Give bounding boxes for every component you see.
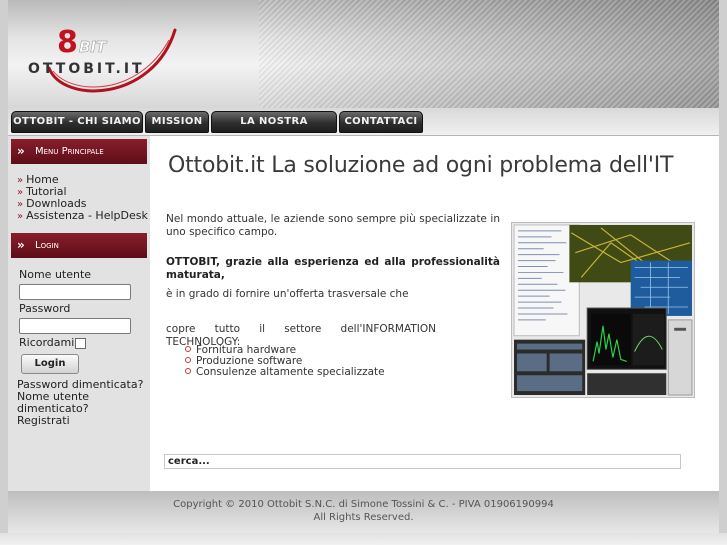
- password-input[interactable]: [19, 318, 131, 334]
- nav-offerta[interactable]: LA NOSTRA OFFERTA: [211, 111, 337, 147]
- double-chevron-icon: »: [17, 238, 25, 252]
- nav-chi-siamo[interactable]: OTTOBIT - CHI SIAMO: [11, 111, 143, 133]
- menu-item-helpdesk[interactable]: » Assistenza - HelpDesk: [17, 209, 148, 223]
- bottom-strip: [0, 533, 727, 545]
- bullet-icon: [185, 368, 191, 374]
- register-link[interactable]: Registrati: [17, 415, 70, 427]
- remember-checkbox[interactable]: [75, 338, 86, 349]
- username-label: Nome utente: [19, 268, 92, 281]
- double-chevron-icon: »: [17, 144, 25, 158]
- offer-paragraph: è in grado di fornire un'offerta trasver…: [166, 288, 409, 300]
- rights-text: All Rights Reserved.: [313, 512, 414, 523]
- login-title: Login: [35, 240, 59, 251]
- svg-text:BIT: BIT: [79, 38, 108, 56]
- chevron-icon: »: [17, 199, 24, 210]
- page: 8 BIT OTTOBIT.IT OTTOBIT - CHI SIAMO MIS…: [8, 0, 719, 545]
- page-title: Ottobit.it La soluzione ad ogni problema…: [168, 153, 674, 178]
- chevron-icon: »: [17, 187, 24, 198]
- search-input[interactable]: cerca...: [164, 454, 681, 469]
- it-collage-image: [511, 222, 695, 398]
- login-header: » Login: [11, 233, 147, 258]
- top-navigation: OTTOBIT - CHI SIAMO MISSION LA NOSTRA OF…: [8, 108, 719, 147]
- bullet-icon: [185, 346, 191, 352]
- sidebar: » Menu Principale » Home » Tutorial » Downl…: [8, 136, 150, 491]
- list-item: Consulenze altamente specializzate: [185, 367, 385, 378]
- main-menu: » Home » Tutorial » Downloads » Assistenza -…: [17, 174, 148, 223]
- copyright-text: Copyright © 2010 Ottobit S.N.C. di Simon…: [173, 499, 554, 510]
- main-content: Ottobit.it La soluzione ad ogni problema…: [150, 136, 719, 491]
- password-label: Password: [19, 302, 71, 315]
- list-item-text: Consulenze altamente specializzate: [196, 366, 385, 378]
- menu-principale-header: » Menu Principale: [11, 139, 147, 164]
- logo-text: OTTOBIT.IT: [28, 61, 145, 77]
- intro-paragraph: Nel mondo attuale, le aziende sono sempr…: [166, 213, 500, 238]
- login-button[interactable]: Login: [21, 354, 79, 374]
- remember-label: Ricordami: [19, 336, 75, 349]
- ottobit-logo[interactable]: 8 BIT: [23, 16, 183, 100]
- ottobit-paragraph: OTTOBIT, grazie alla esperienza ed alla …: [166, 256, 500, 281]
- nav-contattaci[interactable]: CONTATTACI: [339, 111, 423, 133]
- footer: Copyright © 2010 Ottobit S.N.C. di Simon…: [8, 491, 719, 533]
- bullet-icon: [185, 357, 191, 363]
- chevron-icon: »: [17, 211, 24, 222]
- nav-mission[interactable]: MISSION: [145, 111, 209, 133]
- svg-text:8: 8: [57, 25, 78, 60]
- header: 8 BIT OTTOBIT.IT: [8, 0, 719, 108]
- menu-principale-title: Menu Principale: [35, 146, 104, 157]
- chevron-icon: »: [17, 175, 24, 186]
- menu-label: Assistenza - HelpDesk: [26, 209, 148, 222]
- header-pattern: [259, 0, 719, 108]
- username-input[interactable]: [19, 284, 131, 300]
